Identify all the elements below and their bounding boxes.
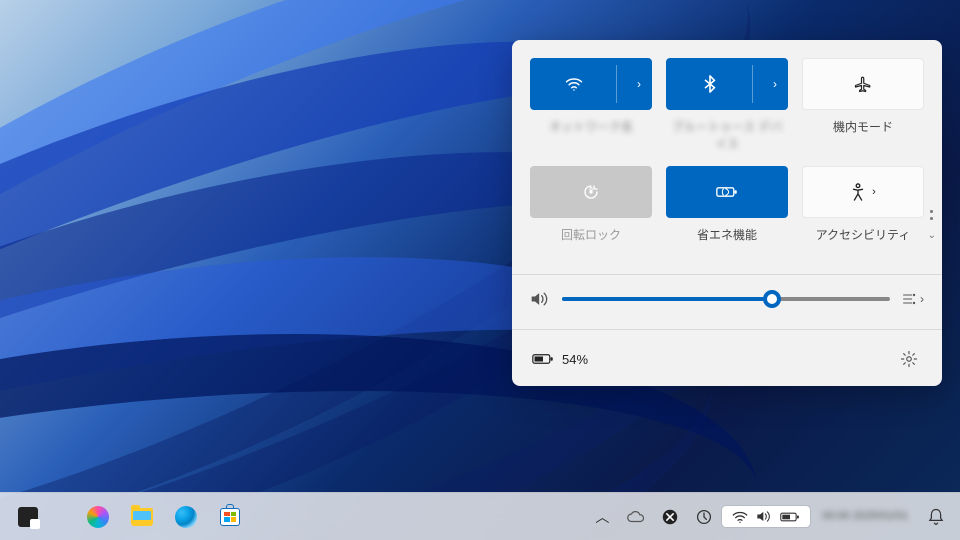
system-tray-group[interactable] (722, 506, 810, 527)
qs-tile-bluetooth: › ブルートゥース デバイス (666, 58, 788, 152)
divider (512, 274, 942, 275)
quick-settings-grid: › ネットワーク名 › ブルートゥース デバイス 機内モード (530, 58, 924, 256)
file-explorer-button[interactable] (122, 497, 162, 537)
qs-tile-energy-saver: 省エネ機能 (666, 166, 788, 256)
tray-status-icon[interactable] (654, 497, 686, 537)
tray-clock-icon[interactable] (688, 497, 720, 537)
qs-tile-rotation-lock: 回転ロック (530, 166, 652, 256)
qs-tile-accessibility: › アクセシビリティ (802, 166, 924, 256)
taskbar-clock[interactable]: 00:00 2025/01/01 (812, 510, 918, 523)
energy-saver-icon (716, 185, 738, 199)
copilot-icon (87, 506, 109, 528)
taskbar: ︿ 00:00 2025/01/01 (0, 492, 960, 540)
bluetooth-icon (667, 75, 753, 93)
bluetooth-toggle-button[interactable]: › (666, 58, 788, 110)
energy-saver-toggle-button[interactable] (666, 166, 788, 218)
wifi-icon (732, 511, 748, 523)
onedrive-tray-icon[interactable] (620, 497, 652, 537)
clock-icon (696, 509, 712, 525)
volume-row: › (530, 287, 924, 311)
settings-button[interactable] (896, 346, 922, 372)
bell-icon (928, 508, 944, 525)
chevron-right-icon: › (920, 292, 924, 306)
quick-settings-panel: › ネットワーク名 › ブルートゥース デバイス 機内モード (512, 40, 942, 386)
edge-button[interactable] (166, 497, 206, 537)
chevron-up-icon: ︿ (595, 507, 609, 527)
qs-tile-airplane: 機内モード (802, 58, 924, 152)
accessibility-toggle-button[interactable]: › (802, 166, 924, 218)
rotation-lock-label: 回転ロック (561, 226, 621, 256)
page-indicator: ⌄ (928, 210, 936, 241)
cloud-icon (627, 511, 645, 523)
rotation-lock-toggle-button[interactable] (530, 166, 652, 218)
chevron-right-icon[interactable]: › (773, 77, 777, 91)
rotation-lock-icon (582, 183, 600, 201)
chevron-right-icon[interactable]: › (637, 77, 641, 91)
battery-leaf-icon (532, 352, 554, 366)
divider (512, 329, 942, 330)
widgets-icon (18, 507, 38, 527)
wifi-icon (531, 77, 617, 91)
store-icon (220, 508, 240, 526)
speaker-icon[interactable] (530, 291, 550, 307)
battery-icon (780, 511, 800, 523)
battery-status[interactable]: 54% (532, 352, 588, 367)
airplane-icon (854, 75, 872, 93)
wifi-toggle-button[interactable]: › (530, 58, 652, 110)
volume-slider-thumb[interactable] (763, 290, 781, 308)
blocked-icon (662, 509, 678, 525)
notifications-button[interactable] (920, 497, 952, 537)
microsoft-store-button[interactable] (210, 497, 250, 537)
copilot-button[interactable] (78, 497, 118, 537)
accessibility-label: アクセシビリティ (816, 226, 911, 256)
qs-tile-wifi: › ネットワーク名 (530, 58, 652, 152)
tray-overflow-button[interactable]: ︿ (586, 497, 618, 537)
wifi-label: ネットワーク名 (549, 118, 633, 148)
airplane-mode-toggle-button[interactable] (802, 58, 924, 110)
energy-saver-label: 省エネ機能 (697, 226, 757, 256)
speaker-icon (756, 510, 772, 523)
accessibility-icon: › (850, 183, 876, 201)
volume-slider[interactable] (562, 291, 890, 307)
audio-output-button[interactable]: › (902, 292, 924, 306)
folder-icon (131, 508, 153, 526)
edge-icon (175, 506, 197, 528)
expand-chevron-icon[interactable]: ⌄ (928, 230, 936, 241)
gear-icon (900, 350, 918, 368)
airplane-label: 機内モード (833, 118, 893, 148)
bluetooth-label: ブルートゥース デバイス (666, 118, 788, 152)
battery-percent-label: 54% (562, 352, 588, 367)
widgets-button[interactable] (8, 497, 48, 537)
